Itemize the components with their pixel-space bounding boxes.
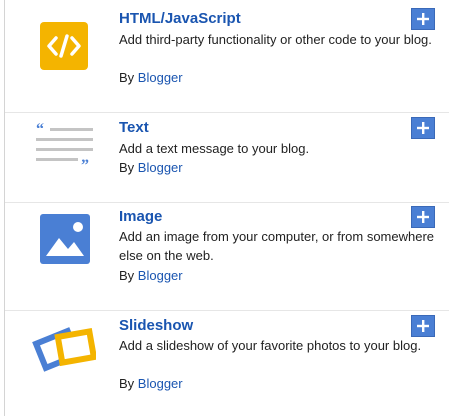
image-icon [32, 206, 96, 270]
svg-text:“: “ [36, 121, 44, 138]
author-link[interactable]: Blogger [138, 376, 183, 391]
gadget-divider [5, 310, 449, 311]
add-gadget-list: HTML/JavaScript Add third-party function… [0, 0, 454, 416]
add-image-button[interactable] [411, 206, 435, 228]
text-quote-icon: “ ” [32, 116, 96, 180]
gadget-title-html-javascript[interactable]: HTML/JavaScript [119, 10, 241, 28]
gadget-byline: By Blogger [119, 68, 183, 87]
gadget-description: Add a text message to your blog. [119, 141, 310, 156]
slideshow-icon [32, 314, 98, 378]
gadget-divider [5, 202, 449, 203]
byline-prefix: By [119, 268, 135, 283]
plus-icon [417, 320, 429, 332]
gadget-byline: By Blogger [119, 158, 183, 177]
author-link[interactable]: Blogger [138, 160, 183, 175]
author-link[interactable]: Blogger [138, 70, 183, 85]
gadget-byline: By Blogger [119, 266, 183, 285]
gadget-description: Add an image from your computer, or from… [119, 229, 435, 263]
add-text-button[interactable] [411, 117, 435, 139]
plus-icon [417, 122, 429, 134]
svg-text:”: ” [81, 157, 89, 174]
byline-prefix: By [119, 376, 135, 391]
plus-icon [417, 211, 429, 223]
add-html-javascript-button[interactable] [411, 8, 435, 30]
byline-prefix: By [119, 160, 135, 175]
author-link[interactable]: Blogger [138, 268, 183, 283]
gadget-description: Add third-party functionality or other c… [119, 32, 432, 47]
gadget-title-slideshow[interactable]: Slideshow [119, 317, 193, 335]
plus-icon [417, 13, 429, 25]
gadget-divider [5, 112, 449, 113]
code-icon [32, 14, 96, 78]
gadget-byline: By Blogger [119, 374, 183, 393]
byline-prefix: By [119, 70, 135, 85]
gadget-title-image[interactable]: Image [119, 208, 162, 226]
gadget-description: Add a slideshow of your favorite photos … [119, 338, 422, 353]
add-slideshow-button[interactable] [411, 315, 435, 337]
gadget-title-text[interactable]: Text [119, 119, 149, 137]
